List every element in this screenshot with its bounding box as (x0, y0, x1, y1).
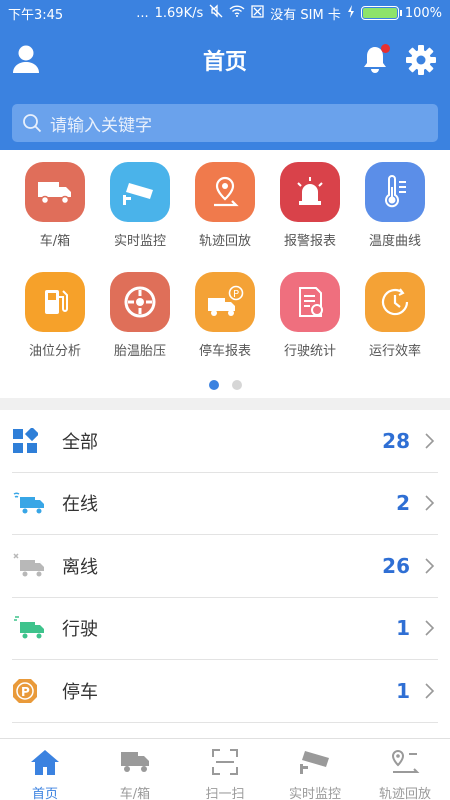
status-count: 26 (382, 553, 410, 578)
status-label: 全部 (62, 431, 98, 453)
function-label: 停车报表 (198, 344, 251, 359)
scan-icon (180, 747, 270, 777)
svg-text:P: P (233, 289, 239, 300)
app-header: 首页 请输入关键字 (0, 26, 450, 150)
status-bar: 下午3:45 ... 1.69K/s 没有 SIM 卡 100% (0, 0, 450, 26)
status-label: 离线 (62, 556, 98, 578)
alarm-siren-icon (280, 162, 340, 222)
status-time: 下午3:45 (8, 7, 64, 23)
parking-icon: P (12, 676, 48, 706)
notification-bell-icon[interactable] (360, 44, 390, 76)
tire-icon (110, 272, 170, 332)
status-count: 1 (396, 616, 410, 641)
report-stats-icon (280, 272, 340, 332)
camera-tab-icon (270, 747, 360, 777)
truck-offline-icon (12, 551, 48, 581)
chevron-right-icon (424, 494, 436, 512)
page-dot-active[interactable] (208, 380, 219, 390)
parking-truck-icon: P (195, 272, 255, 332)
status-label: 行驶 (62, 619, 98, 641)
status-row-online[interactable]: 在线 2 (12, 473, 438, 535)
clock-efficiency-icon (365, 272, 425, 332)
chevron-right-icon (424, 557, 436, 575)
grid-all-icon (12, 426, 48, 456)
chevron-right-icon (424, 619, 436, 637)
status-sim-text: 没有 SIM 卡 (270, 7, 341, 23)
notification-badge-dot (381, 44, 390, 53)
function-alarm-report[interactable]: 报警报表 (265, 150, 355, 260)
status-count: 2 (396, 491, 410, 516)
bottom-tab-bar: 首页 车/箱 扫一扫 实时监控 轨迹回放 (0, 738, 450, 800)
function-temperature-curve[interactable]: 温度曲线 (350, 150, 440, 260)
tab-label: 轨迹回放 (378, 787, 431, 800)
sim-icon (251, 4, 264, 22)
status-count: 28 (382, 428, 410, 453)
page-dot[interactable] (231, 380, 242, 390)
camera-icon (110, 162, 170, 222)
function-vehicle[interactable]: 车/箱 (10, 150, 100, 260)
battery-icon (360, 6, 402, 20)
section-divider (0, 398, 450, 410)
function-label: 油位分析 (28, 344, 81, 359)
function-label: 温度曲线 (368, 234, 421, 249)
search-input[interactable]: 请输入关键字 (12, 104, 438, 142)
function-tire-pressure[interactable]: 胎温胎压 (95, 260, 185, 370)
tab-label: 车/箱 (119, 787, 151, 800)
truck-driving-icon (12, 613, 48, 643)
tab-vehicle[interactable]: 车/箱 (90, 739, 180, 800)
thermometer-icon (365, 162, 425, 222)
home-icon (0, 747, 90, 777)
function-track-playback[interactable]: 轨迹回放 (180, 150, 270, 260)
search-icon (23, 114, 42, 133)
mute-icon (209, 4, 223, 22)
svg-text:P: P (21, 685, 30, 699)
page-indicator (0, 380, 450, 392)
settings-gear-icon[interactable] (405, 44, 437, 76)
function-live-monitor[interactable]: 实时监控 (95, 150, 185, 260)
status-count: 1 (396, 678, 410, 703)
function-fuel-analysis[interactable]: 油位分析 (10, 260, 100, 370)
function-label: 实时监控 (113, 234, 166, 249)
search-placeholder: 请输入关键字 (50, 115, 152, 136)
status-row-driving[interactable]: 行驶 1 (12, 598, 438, 660)
status-label: 在线 (62, 494, 98, 516)
status-network-speed: 1.69K/s (154, 5, 204, 21)
function-driving-stats[interactable]: 行驶统计 (265, 260, 355, 370)
function-grid: 车/箱 实时监控 轨迹回放 报警报表 温度曲线 油位分析 胎温胎压 P 停车报表… (0, 150, 450, 398)
tab-scan[interactable]: 扫一扫 (180, 739, 270, 800)
tab-label: 首页 (31, 787, 58, 800)
tab-label: 实时监控 (288, 787, 341, 800)
status-dots: ... (136, 5, 149, 21)
status-label: 停车 (62, 681, 98, 703)
status-row-offline[interactable]: 离线 26 (12, 535, 438, 598)
function-label: 报警报表 (283, 234, 336, 249)
fuel-pump-icon (25, 272, 85, 332)
truck-tab-icon (90, 747, 180, 777)
status-row-all[interactable]: 全部 28 (12, 410, 438, 473)
vehicle-status-list: 全部 28 在线 2 离线 26 行驶 1 P 停车 1 (0, 410, 450, 723)
function-label: 轨迹回放 (198, 234, 251, 249)
status-battery-level: 100% (404, 5, 442, 21)
function-label: 车/箱 (39, 234, 71, 249)
tab-label: 扫一扫 (205, 787, 245, 800)
tab-track-playback[interactable]: 轨迹回放 (360, 739, 450, 800)
location-pin-icon (195, 162, 255, 222)
tab-home[interactable]: 首页 (0, 739, 90, 800)
function-parking-report[interactable]: P 停车报表 (180, 260, 270, 370)
wifi-icon (229, 5, 245, 21)
function-label: 行驶统计 (283, 344, 336, 359)
tab-live-monitor[interactable]: 实时监控 (270, 739, 360, 800)
function-label: 胎温胎压 (113, 344, 166, 359)
truck-icon (25, 162, 85, 222)
charging-icon (347, 4, 355, 22)
chevron-right-icon (424, 432, 436, 450)
truck-online-icon (12, 488, 48, 518)
function-label: 运行效率 (368, 344, 421, 359)
function-run-efficiency[interactable]: 运行效率 (350, 260, 440, 370)
chevron-right-icon (424, 682, 436, 700)
status-row-parked[interactable]: P 停车 1 (12, 660, 438, 723)
route-tab-icon (360, 747, 450, 777)
